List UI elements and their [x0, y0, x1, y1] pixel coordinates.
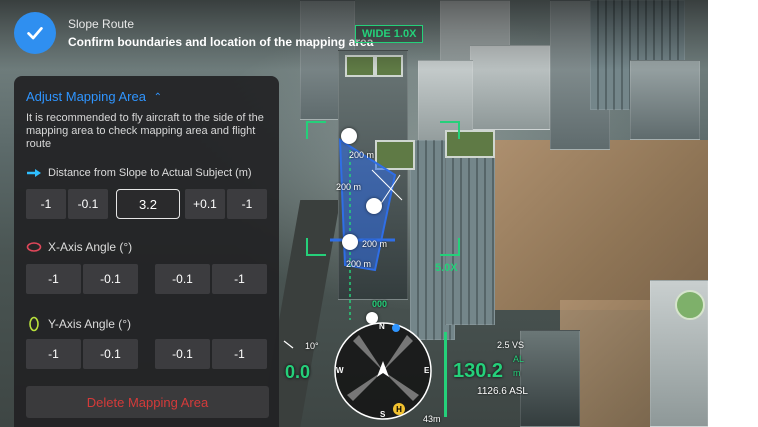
- camera-lens-indicator[interactable]: WIDE 1.0X: [355, 25, 424, 43]
- y-axis-rotation-icon: [29, 316, 39, 332]
- zoom-level-label: 5.0X: [435, 262, 458, 274]
- x-axis-right-minus-0.1-button[interactable]: -0.1: [155, 264, 210, 294]
- distance-increment-group: +0.1 -1: [185, 189, 267, 219]
- y-axis-right-minus-0.1-button[interactable]: -0.1: [155, 339, 210, 369]
- distance-plus-1-button[interactable]: -1: [227, 189, 267, 219]
- altitude-readout: 130.2: [453, 360, 504, 382]
- altitude-bar: [444, 332, 447, 417]
- checkmark-icon: [27, 27, 43, 40]
- x-axis-right-group: -0.1 -1: [155, 264, 267, 294]
- distance-value-input[interactable]: 3.2: [116, 189, 180, 219]
- x-axis-rotation-icon: [26, 242, 42, 252]
- distance-label: 200 m: [346, 259, 372, 269]
- panel-title[interactable]: Adjust Mapping Area ⌃: [26, 89, 162, 104]
- y-axis-row-label: Y-Axis Angle (°): [26, 316, 131, 332]
- panel-title-label: Adjust Mapping Area: [26, 89, 146, 104]
- compass-north: N: [379, 322, 385, 331]
- distance-label: 200 m: [336, 182, 362, 192]
- distance-decrement-group: -1 -0.1: [26, 189, 108, 219]
- x-axis-minus-0.1-button[interactable]: -0.1: [83, 264, 138, 294]
- panel-description: It is recommended to fly aircraft to the…: [26, 112, 264, 150]
- compass-south: S: [380, 410, 386, 419]
- frame-corner: [306, 238, 326, 256]
- x-axis-minus-1-button[interactable]: -1: [26, 264, 81, 294]
- x-axis-right-minus-1-button[interactable]: -1: [212, 264, 267, 294]
- home-distance-readout: 43m: [423, 414, 441, 424]
- instruction-text: Confirm boundaries and location of the m…: [68, 35, 374, 49]
- frame-corner: [306, 121, 326, 139]
- distance-label-text: Distance from Slope to Actual Subject (m…: [48, 167, 252, 179]
- y-axis-right-minus-1-button[interactable]: -1: [212, 339, 267, 369]
- x-axis-row-label: X-Axis Angle (°): [26, 240, 132, 254]
- horizontal-speed-readout: 0.0: [285, 362, 311, 382]
- y-axis-left-group: -1 -0.1: [26, 339, 138, 369]
- y-axis-minus-0.1-button[interactable]: -0.1: [83, 339, 138, 369]
- distance-minus-1-button[interactable]: -1: [26, 189, 66, 219]
- arrow-right-icon: [27, 169, 41, 177]
- pitch-readout: 10°: [305, 341, 319, 351]
- y-axis-label-text: Y-Axis Angle (°): [48, 317, 132, 331]
- compass-east: E: [424, 366, 430, 375]
- x-axis-label-text: X-Axis Angle (°): [48, 240, 133, 254]
- distance-marker-label: 000: [372, 299, 388, 309]
- right-edge-strip: [708, 0, 758, 427]
- distance-label: 200 m: [349, 150, 375, 160]
- adjust-mapping-panel: Adjust Mapping Area ⌃ It is recommended …: [14, 76, 279, 427]
- chevron-up-icon[interactable]: ⌃: [154, 92, 162, 103]
- distance-label: 200 m: [362, 239, 388, 249]
- distance-row-label: Distance from Slope to Actual Subject (m…: [26, 167, 252, 179]
- home-point-icon: H: [393, 403, 405, 415]
- altitude-unit: m: [513, 368, 521, 378]
- route-type-label: Slope Route: [68, 17, 135, 31]
- distance-plus-0.1-button[interactable]: +0.1: [185, 189, 225, 219]
- attitude-compass[interactable]: N W E S: [333, 321, 433, 421]
- compass-west: W: [336, 366, 344, 375]
- y-axis-minus-1-button[interactable]: -1: [26, 339, 81, 369]
- vertical-speed-readout: 2.5 VS: [497, 340, 525, 350]
- y-axis-right-group: -0.1 -1: [155, 339, 267, 369]
- delete-mapping-area-button[interactable]: Delete Mapping Area: [26, 386, 269, 418]
- frame-corner: [440, 238, 460, 256]
- waypoint-marker[interactable]: [341, 128, 357, 144]
- confirm-button[interactable]: [14, 12, 56, 54]
- compass-dial-icon: [334, 322, 432, 420]
- asl-readout: 1126.6 ASL: [477, 386, 528, 397]
- speed-tick-icon: [283, 340, 294, 349]
- x-axis-left-group: -1 -0.1: [26, 264, 138, 294]
- distance-minus-0.1-button[interactable]: -0.1: [68, 189, 108, 219]
- altitude-label: AL: [513, 354, 525, 364]
- waypoint-marker[interactable]: [366, 198, 382, 214]
- waypoint-marker[interactable]: [342, 234, 358, 250]
- frame-corner: [440, 121, 460, 139]
